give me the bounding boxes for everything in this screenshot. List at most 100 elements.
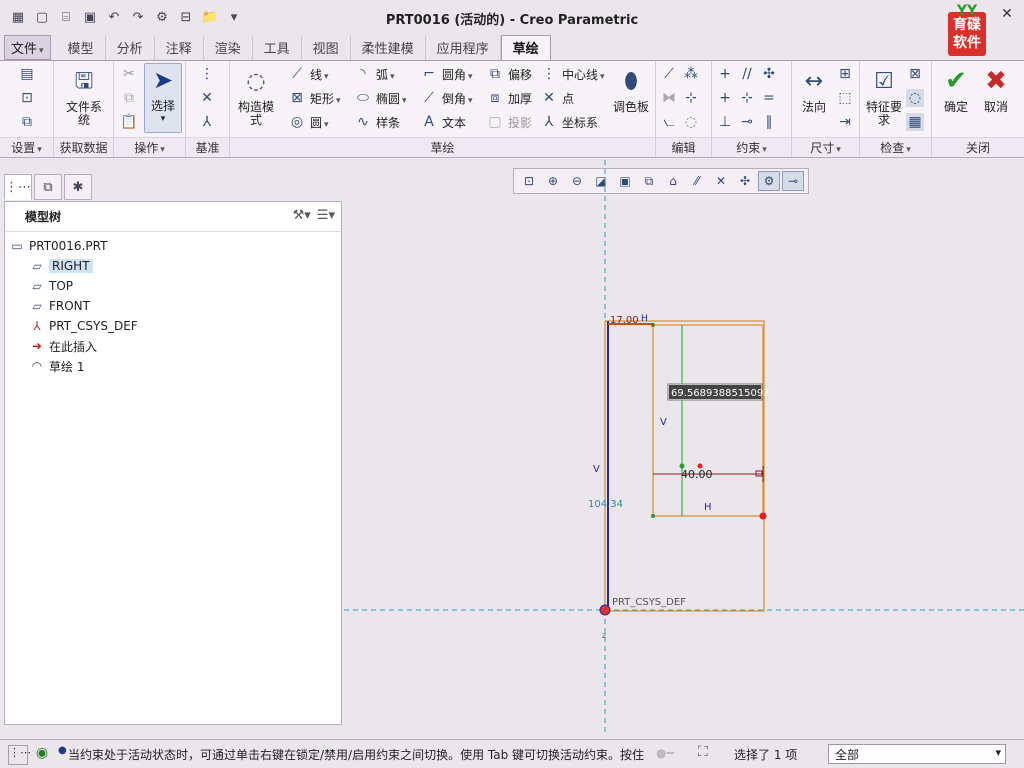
construction-mode-button[interactable]: ◌ 构造模式	[236, 65, 276, 127]
status-message: 当约束处于活动状态时，可通过单击右键在锁定/禁用/启用约束之间切换。使用 Tab…	[68, 748, 645, 762]
divide-icon[interactable]: ⦦ ◌	[660, 113, 700, 131]
references-icon[interactable]: ⊡	[18, 89, 36, 107]
tab-annotate[interactable]: 注释	[155, 36, 204, 60]
reference-dim-icon[interactable]: ⬚	[836, 89, 854, 107]
cut-icon[interactable]: ✂	[120, 65, 138, 83]
group-label-get-data: 获取数据	[54, 137, 113, 157]
group-label-constrain[interactable]: 约束	[712, 137, 791, 157]
tree-item-sketch[interactable]: ◠ 草绘 1	[5, 356, 341, 376]
selection-filter-select[interactable]: 全部	[828, 744, 1006, 764]
point-button[interactable]: ✕ 点	[540, 89, 574, 107]
datum-csys-icon[interactable]: ⅄	[198, 113, 216, 131]
baseline-icon[interactable]: ⇥	[836, 113, 854, 131]
tab-tools[interactable]: 工具	[253, 36, 302, 60]
dimension-height[interactable]: 104.34	[588, 499, 623, 510]
tab-render[interactable]: 渲染	[204, 36, 253, 60]
tab-applications[interactable]: 应用程序	[426, 36, 501, 60]
coordinate-system-icon: ⅄	[544, 114, 554, 130]
active-vertex-point[interactable]	[759, 512, 767, 520]
chamfer-button[interactable]: ⟋ 倒角	[420, 89, 473, 107]
constraint-vertical-inner[interactable]: V	[660, 417, 667, 428]
datum-plane-icon: ▱	[32, 299, 42, 313]
centerline-button[interactable]: ⋮ 中心线	[540, 65, 605, 83]
favorites-tab-icon[interactable]: ✱	[64, 174, 92, 200]
sketch-icon: ◠	[31, 359, 43, 373]
navigator-toggle-icon[interactable]: ⋮⋯	[8, 745, 31, 765]
coordinate-system-button[interactable]: ⅄ 坐标系	[540, 113, 598, 131]
shade-closed-loops-icon[interactable]: ▦	[906, 113, 924, 131]
circle-button[interactable]: ◎ 圆	[288, 113, 329, 131]
constraint-vertical-left[interactable]: V	[593, 464, 600, 475]
tree-item-front[interactable]: ▱ FRONT	[5, 296, 341, 316]
tree-item-right[interactable]: ▱ RIGHT	[5, 256, 341, 276]
tree-item-insert-here[interactable]: ➜ 在此插入	[5, 336, 341, 356]
tab-model[interactable]: 模型	[57, 36, 106, 60]
overlap-geometry-icon[interactable]: ⊠	[906, 65, 924, 83]
highlight-open-ends-icon[interactable]: ◌	[906, 89, 924, 107]
vertex-point[interactable]	[651, 514, 655, 518]
tab-analysis[interactable]: 分析	[106, 36, 155, 60]
group-label-setup[interactable]: 设置	[0, 137, 53, 157]
find-icon[interactable]: ⛶	[698, 744, 708, 760]
select-label: 选择	[150, 99, 175, 113]
constraint-perpendicular-icon[interactable]: ⊥ ⊸ ∥	[716, 113, 778, 131]
line-label: 线	[310, 66, 329, 83]
group-label-inspect[interactable]: 检查	[860, 137, 931, 157]
tree-settings-icon[interactable]: ⚒▾	[293, 208, 311, 223]
tree-item-top[interactable]: ▱ TOP	[5, 276, 341, 296]
sketch-view-icon[interactable]: ⧉	[18, 113, 36, 131]
constraint-vertical-icon[interactable]: + ∕∕ ✣	[716, 65, 778, 83]
tab-view[interactable]: 视图	[302, 36, 351, 60]
tree-item-part[interactable]: ▭ PRT0016.PRT	[5, 236, 341, 256]
graphics-canvas[interactable]: 40.00 17.00 104.34 V V H H 69.5689388515…	[344, 160, 1024, 735]
datum-point-icon[interactable]: ✕	[198, 89, 216, 107]
cancel-button[interactable]: ✖ 取消	[978, 65, 1014, 114]
rectangle-button[interactable]: ⊠ 矩形	[288, 89, 341, 107]
tree-columns-icon[interactable]: ☰▾	[317, 208, 335, 223]
tab-file[interactable]: 文件	[4, 35, 51, 60]
csys-origin-point[interactable]	[599, 604, 611, 616]
constraint-horizontal-top[interactable]: H	[641, 314, 648, 324]
tab-sketch[interactable]: 草绘	[500, 35, 551, 60]
thicken-button[interactable]: ⧈ 加厚	[486, 89, 532, 107]
tree-item-csys[interactable]: ⅄ PRT_CSYS_DEF	[5, 316, 341, 336]
constraint-horizontal-inner[interactable]: H	[704, 502, 712, 513]
ok-button[interactable]: ✔ 确定	[938, 65, 974, 114]
app-title: PRT0016 (活动的) - Creo Parametric	[385, 13, 639, 28]
close-window-icon[interactable]: ✕	[996, 6, 1018, 26]
group-constrain: + ∕∕ ✣ + ⊹ = ⊥ ⊸ ∥ 约束	[712, 61, 792, 157]
perimeter-icon[interactable]: ⊞	[836, 65, 854, 83]
group-setup: ▤ ⊡ ⧉ 设置	[0, 61, 54, 157]
file-system-button[interactable]: 🖫 文件系统	[62, 65, 106, 127]
tab-flexible-modeling[interactable]: 柔性建模	[351, 36, 426, 60]
offset-button[interactable]: ⧉ 偏移	[486, 65, 532, 83]
folder-browser-tab-icon[interactable]: ⧉	[34, 174, 62, 200]
construction-mode-label: 构造模式	[237, 100, 274, 127]
select-button[interactable]: ➤ 选择 ▾	[144, 63, 182, 133]
dimension-width[interactable]: 40.00	[681, 468, 713, 481]
sketch-inner-rectangle[interactable]	[652, 324, 764, 517]
feature-requirements-button[interactable]: ☑ 特征要求	[864, 65, 904, 127]
browser-toggle-icon[interactable]: ◉	[32, 745, 52, 765]
spline-button[interactable]: ∿ 样条	[354, 113, 400, 131]
palette-button[interactable]: ⬮ 调色板	[612, 65, 650, 114]
copy-icon[interactable]: ⧉	[120, 89, 138, 107]
line-button[interactable]: ⟋ 线	[288, 65, 329, 83]
modify-icon[interactable]: ⟋ ⁂	[660, 65, 700, 83]
model-tree-tab-icon[interactable]: ⋮⋯	[4, 174, 32, 200]
fillet-button[interactable]: ⌐ 圆角	[420, 65, 473, 83]
dimension-edit-value[interactable]: 69.5689388515092	[671, 388, 770, 399]
sketch-setup-icon[interactable]: ▤	[18, 65, 36, 83]
group-label-dimension[interactable]: 尺寸	[792, 137, 859, 157]
datum-centerline-icon[interactable]: ⋮	[198, 65, 216, 83]
dimension-top[interactable]: 17.00	[610, 315, 639, 326]
text-button[interactable]: A 文本	[420, 113, 466, 131]
mirror-icon[interactable]: ⧓ ⊹	[660, 89, 700, 107]
group-label-operations[interactable]: 操作	[114, 137, 185, 157]
arc-button[interactable]: ◝ 弧	[354, 65, 395, 83]
project-button[interactable]: ▢ 投影	[486, 113, 532, 131]
ellipse-button[interactable]: ⬭ 椭圆	[354, 89, 407, 107]
constraint-horizontal-icon[interactable]: + ⊹ =	[716, 89, 778, 107]
paste-icon[interactable]: 📋	[120, 113, 138, 131]
normal-dimension-button[interactable]: ↔ 法向	[796, 65, 832, 114]
